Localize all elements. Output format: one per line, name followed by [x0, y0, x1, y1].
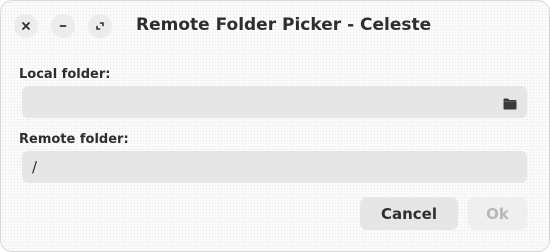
remote-folder-picker-window: Remote Folder Picker - Celeste Local fol… — [0, 0, 550, 252]
folder-browse-button[interactable] — [503, 95, 517, 114]
window-title: Remote Folder Picker - Celeste — [136, 15, 432, 35]
close-icon — [22, 22, 30, 30]
remote-folder-input[interactable]: / — [22, 151, 527, 183]
minimize-icon — [59, 25, 67, 27]
remote-folder-label: Remote folder: — [19, 132, 129, 147]
cancel-button[interactable]: Cancel — [360, 197, 458, 230]
minimize-button[interactable] — [51, 14, 75, 38]
local-folder-input[interactable] — [22, 86, 527, 118]
folder-icon — [503, 98, 517, 110]
ok-button[interactable]: Ok — [468, 197, 527, 230]
close-button[interactable] — [14, 14, 38, 38]
maximize-icon — [96, 22, 104, 30]
maximize-button[interactable] — [88, 14, 112, 38]
remote-folder-value: / — [32, 158, 38, 176]
local-folder-label: Local folder: — [19, 67, 111, 82]
titlebar: Remote Folder Picker - Celeste — [1, 1, 549, 53]
